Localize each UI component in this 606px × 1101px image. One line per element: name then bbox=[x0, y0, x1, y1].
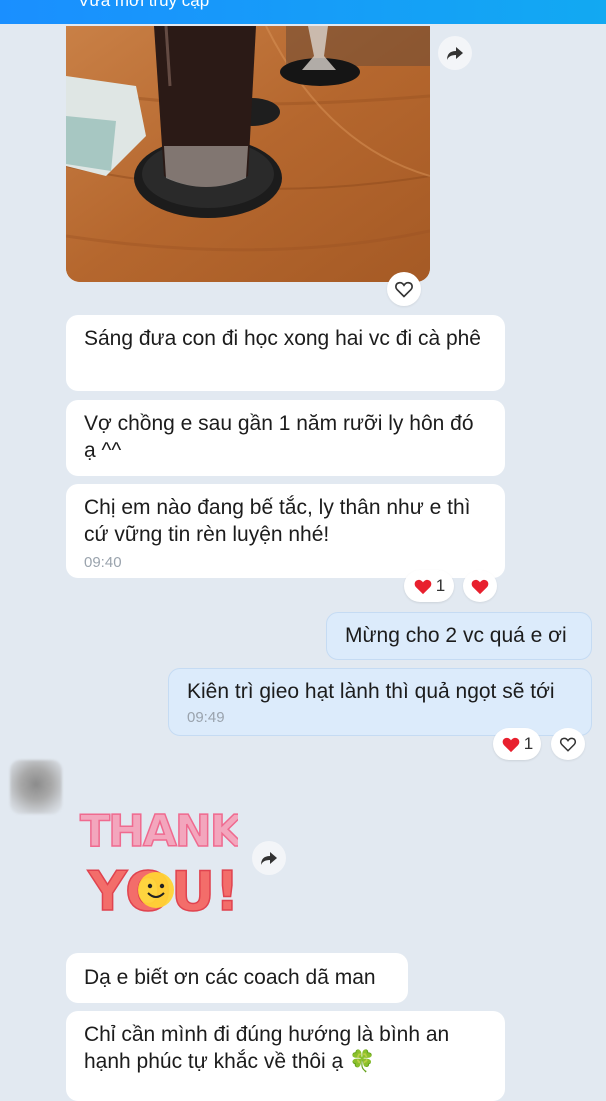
message-text: Chỉ cần mình đi đúng hướng là bình an hạ… bbox=[84, 1023, 450, 1073]
share-arrow-icon bbox=[447, 47, 463, 60]
react-button[interactable] bbox=[387, 272, 421, 306]
my-message-bubble[interactable]: Kiên trì gieo hạt lành thì quả ngọt sẽ t… bbox=[168, 668, 592, 736]
avatar[interactable] bbox=[10, 760, 62, 814]
message-text: Kiên trì gieo hạt lành thì quả ngọt sẽ t… bbox=[187, 680, 555, 703]
message-bubble[interactable]: Chỉ cần mình đi đúng hướng là bình an hạ… bbox=[66, 1011, 505, 1101]
message-bubble[interactable]: Dạ e biết ơn các coach dã man bbox=[66, 953, 408, 1003]
react-button[interactable] bbox=[551, 728, 585, 760]
react-button[interactable] bbox=[463, 570, 497, 602]
heart-filled-icon bbox=[471, 579, 489, 595]
heart-outline-icon bbox=[395, 281, 413, 298]
reaction-count-badge[interactable]: 1 bbox=[404, 570, 454, 602]
my-message-bubble[interactable]: Mừng cho 2 vc quá e ơi bbox=[326, 612, 592, 660]
message-text: Dạ e biết ơn các coach dã man bbox=[84, 966, 376, 989]
reaction-count: 1 bbox=[523, 734, 534, 753]
share-button[interactable] bbox=[438, 36, 472, 70]
message-bubble[interactable]: Chị em nào đang bế tắc, ly thân như e th… bbox=[66, 484, 505, 578]
message-text: Vợ chồng e sau gần 1 năm rưỡi ly hôn đó … bbox=[84, 412, 474, 462]
reaction-count-badge[interactable]: 1 bbox=[493, 728, 541, 760]
chat-header: Vừa mới truy cập bbox=[0, 0, 606, 24]
message-time: 09:49 bbox=[187, 709, 225, 726]
message-bubble[interactable]: Vợ chồng e sau gần 1 năm rưỡi ly hôn đó … bbox=[66, 400, 505, 476]
coffee-photo bbox=[66, 26, 430, 282]
message-text: Mừng cho 2 vc quá e ơi bbox=[345, 624, 567, 647]
sticker-text-thank: THANK bbox=[80, 806, 238, 857]
message-text: Sáng đưa con đi học xong hai vc đi cà ph… bbox=[84, 327, 481, 350]
heart-filled-icon bbox=[414, 579, 432, 595]
message-bubble[interactable]: Sáng đưa con đi học xong hai vc đi cà ph… bbox=[66, 315, 505, 391]
share-button[interactable] bbox=[252, 841, 286, 875]
photo-message[interactable] bbox=[66, 26, 430, 282]
online-status: Vừa mới truy cập bbox=[78, 0, 210, 10]
reaction-count: 1 bbox=[435, 576, 446, 595]
share-arrow-icon bbox=[261, 852, 277, 865]
heart-outline-icon bbox=[559, 737, 577, 752]
heart-filled-icon bbox=[502, 737, 520, 753]
message-text: Chị em nào đang bế tắc, ly thân như e th… bbox=[84, 496, 471, 546]
thank-you-sticker[interactable]: THANK YOU! bbox=[78, 798, 248, 924]
sticker-image: THANK YOU! bbox=[79, 805, 248, 924]
